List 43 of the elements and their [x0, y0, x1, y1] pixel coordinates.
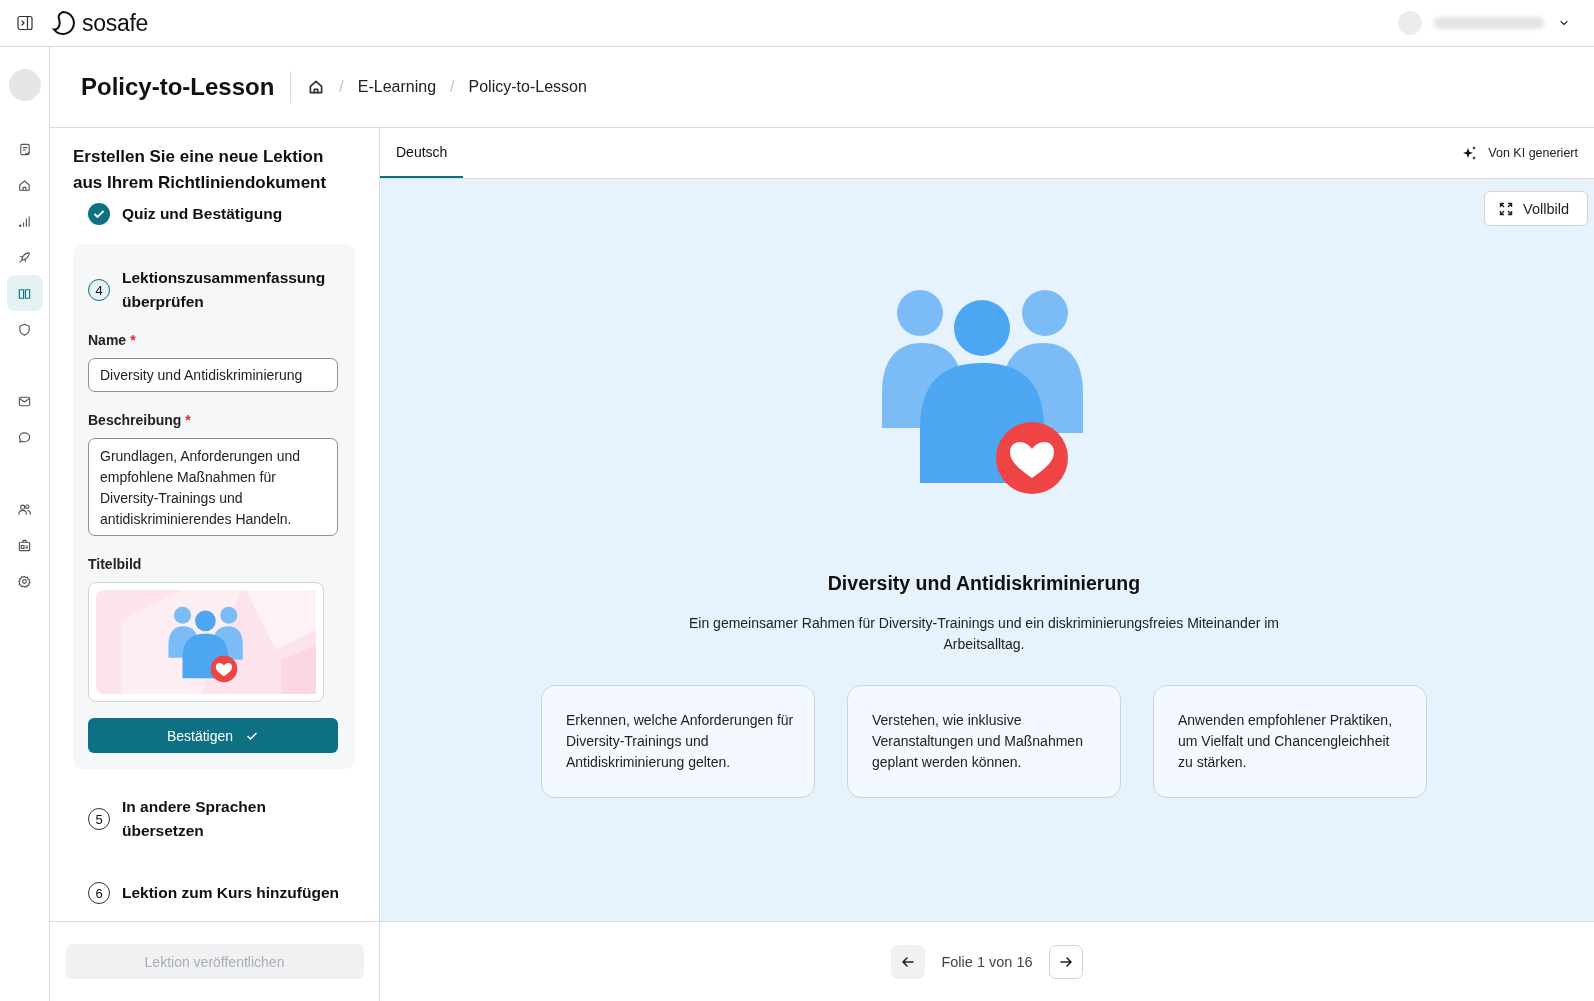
bar-chart-icon: [17, 213, 32, 229]
home-icon: [17, 177, 32, 193]
slide-counter: Folie 1 von 16: [941, 953, 1033, 970]
step-title[interactable]: Quiz und Bestätigung: [122, 202, 283, 226]
description-text-field[interactable]: Grundlagen, Anforderungen und empfohlene Maßnahmen für Diversity-Trainings und antidiskriminierendes Handeln.: [88, 438, 338, 536]
confirm-button[interactable]: Bestätigen: [88, 718, 338, 753]
rocket-icon: [17, 249, 32, 265]
users-icon: [17, 501, 32, 517]
step-number: 4: [88, 279, 110, 301]
checklist-icon: [17, 141, 32, 157]
wizard-heading: Erstellen Sie eine neue Lektion aus Ihrem Richtliniendokument: [73, 146, 328, 194]
cover-image-frame[interactable]: [88, 582, 324, 702]
step-title[interactable]: Lektion zum Kurs hinzufügen: [122, 881, 339, 905]
slide-title: Diversity und Antidiskriminierung: [827, 572, 1141, 595]
shield-icon: [17, 321, 32, 337]
id-badge-icon: [17, 537, 32, 553]
next-slide-button[interactable]: [1048, 944, 1083, 979]
field-label: Name: [88, 332, 127, 348]
objective-card: Anwenden empfohlener Praktiken, um Vielfalt und Chancengleichheit zu stärken.: [1153, 685, 1427, 798]
sidebar-item[interactable]: [6, 275, 43, 311]
chat-bubble-icon: [17, 429, 32, 445]
objective-card: Verstehen, wie inklusive Veranstaltungen und Maßnahmen geplant werden können.: [847, 685, 1121, 798]
slide-subtitle: Ein gemeinsamer Rahmen für Diversity-Trainings und ein diskriminierungsfreies Miteinander im Arbeitsalltag.: [687, 614, 1280, 654]
name-input-field[interactable]: Diversity und Antidiskriminierung: [88, 358, 338, 392]
required-mark: *: [185, 412, 191, 428]
logo-text: sosafe: [82, 9, 148, 37]
field-label: Titelbild: [88, 556, 142, 572]
breadcrumb-link[interactable]: E-Learning: [357, 78, 437, 96]
breadcrumb-separator: /: [339, 78, 344, 96]
breadcrumb-separator: /: [450, 78, 455, 96]
step-title[interactable]: Lektionszusammenfassung überprüfen: [122, 266, 340, 314]
ai-generated-label: Von KI generiert: [1488, 146, 1578, 160]
expand-icon: [1499, 201, 1514, 216]
breadcrumb-link[interactable]: Policy-to-Lesson: [468, 78, 587, 96]
required-mark: *: [130, 332, 136, 348]
step-title[interactable]: In andere Sprachen übersetzen: [122, 795, 340, 843]
field-label: Beschreibung: [88, 412, 182, 428]
page-title: Policy-to-Lesson: [81, 71, 292, 103]
fullscreen-button[interactable]: Vollbild: [1484, 191, 1588, 226]
sidebar-toggle-icon[interactable]: [16, 14, 34, 32]
logo-icon: [50, 10, 76, 36]
settings-icon: [17, 573, 32, 589]
objective-card: Erkennen, welche Anforderungen für Diversity-Trainings und Antidiskriminierung gelten.: [541, 685, 815, 798]
